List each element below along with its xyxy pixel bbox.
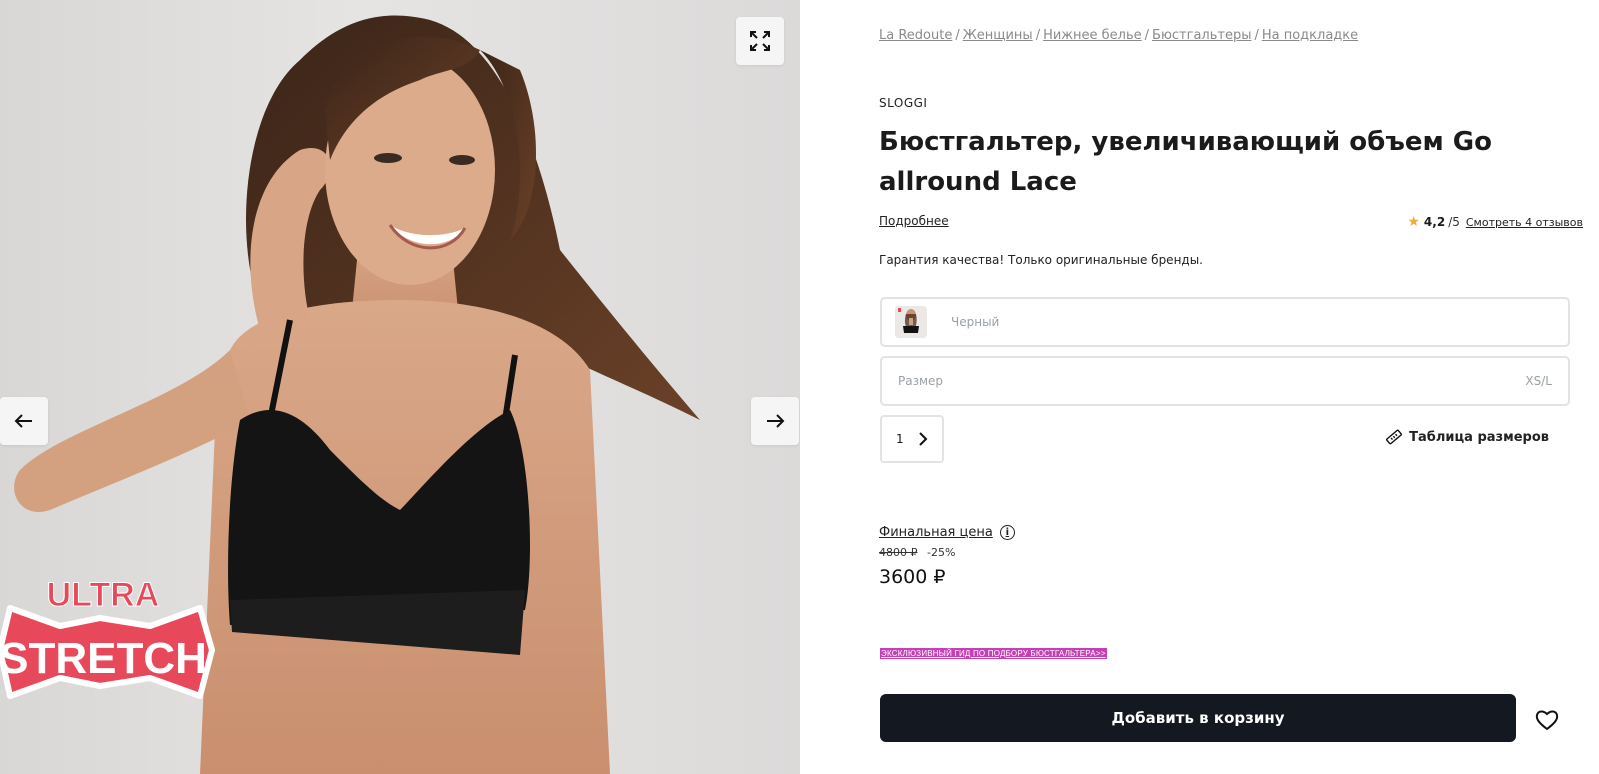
current-price: 3600 ₽: [879, 566, 946, 588]
rating-score: 4,2: [1423, 215, 1446, 229]
color-swatch-thumbnail: [895, 306, 927, 338]
badge-line1: ULTRA: [47, 578, 160, 614]
previous-image-button[interactable]: [0, 397, 48, 445]
breadcrumb-item-women[interactable]: Женщины: [963, 28, 1033, 43]
more-details-link[interactable]: Подробнее: [879, 214, 949, 228]
quality-guarantee-text: Гарантия качества! Только оригинальные б…: [879, 253, 1203, 267]
breadcrumb-separator: /: [1144, 28, 1150, 43]
fullscreen-button[interactable]: [736, 17, 784, 65]
next-image-button[interactable]: [751, 397, 799, 445]
size-range: XS/L: [1525, 374, 1552, 388]
heart-icon: [1535, 710, 1559, 731]
product-title: Бюстгальтер, увеличивающий объем Go allr…: [879, 127, 1492, 197]
color-value: Черный: [951, 315, 1000, 329]
old-price: 4800 ₽: [879, 546, 918, 559]
product-image-gallery: ULTRA STRETCH: [0, 0, 800, 774]
final-price-text: Финальная цена: [879, 525, 993, 540]
breadcrumb-separator: /: [1035, 28, 1041, 43]
arrow-right-icon: [767, 414, 785, 428]
wishlist-button[interactable]: [1533, 706, 1561, 734]
breadcrumb: La Redoute / Женщины / Нижнее белье / Бюстгаль…: [879, 28, 1358, 43]
star-icon: ★: [1407, 214, 1420, 230]
size-label: Размер: [898, 374, 944, 388]
breadcrumb-item-lingerie[interactable]: Нижнее белье: [1043, 28, 1142, 43]
size-chart-label: Таблица размеров: [1409, 429, 1549, 445]
breadcrumb-separator: /: [955, 28, 960, 43]
badge-line2: STRETCH: [0, 634, 207, 683]
info-icon[interactable]: i: [999, 525, 1015, 540]
arrow-left-icon: [14, 414, 32, 428]
size-selector[interactable]: Размер XS/L: [880, 356, 1570, 406]
product-rating: ★ 4,2 /5 Смотреть 4 отзывов: [1407, 214, 1583, 230]
quantity-value: 1: [896, 432, 904, 446]
chevron-right-icon: [918, 432, 928, 446]
size-chart-link[interactable]: Таблица размеров: [1385, 428, 1549, 446]
rating-max: /5: [1448, 215, 1460, 229]
discount-badge: -25%: [927, 546, 956, 559]
add-to-cart-button[interactable]: Добавить в корзину: [880, 694, 1516, 742]
breadcrumb-item-bras[interactable]: Бюстгальтеры: [1152, 28, 1251, 43]
quantity-selector[interactable]: 1: [880, 415, 944, 463]
breadcrumb-item-home[interactable]: La Redoute: [879, 28, 952, 43]
ruler-icon: [1386, 429, 1403, 445]
expand-icon: [750, 31, 770, 51]
breadcrumb-separator: /: [1254, 28, 1259, 43]
old-price-row: 4800 ₽ -25%: [879, 546, 955, 559]
color-selector[interactable]: Черный: [880, 297, 1570, 347]
ultra-stretch-badge: ULTRA STRETCH: [0, 578, 215, 699]
bra-guide-link[interactable]: ЭКСКЛЮЗИВНЫЙ ГИД ПО ПОДБОРУ БЮСТГАЛЬТЕРА…: [880, 648, 1107, 659]
breadcrumb-item-padded[interactable]: На подкладке: [1262, 28, 1358, 43]
final-price-label[interactable]: Финальная цена i: [879, 525, 1015, 540]
product-info-panel: La Redoute / Женщины / Нижнее белье / Бюстгаль…: [800, 0, 1599, 774]
brand-name: SLOGGI: [879, 96, 928, 110]
reviews-link[interactable]: Смотреть 4 отзывов: [1466, 216, 1583, 229]
